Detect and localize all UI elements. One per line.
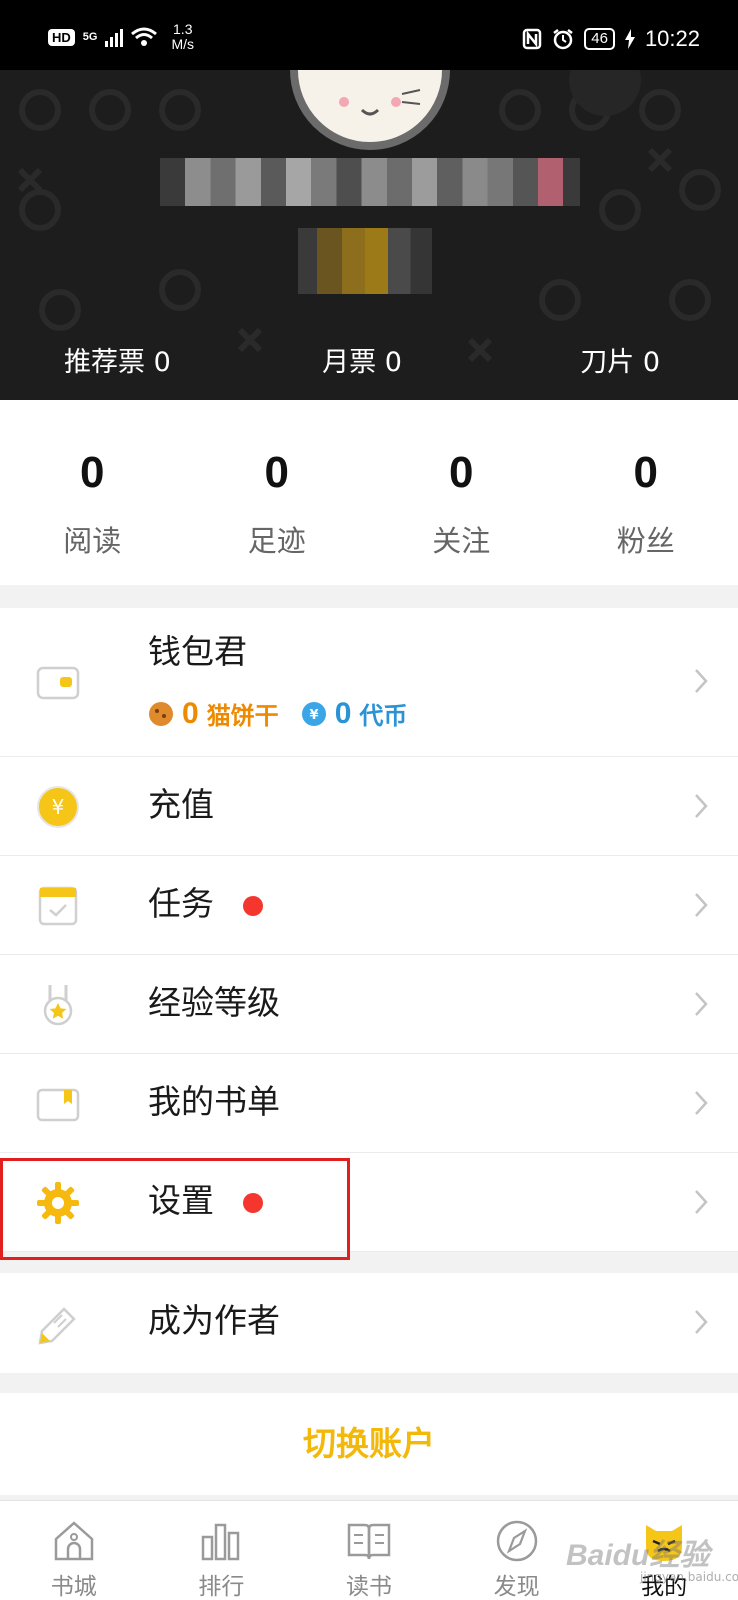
username-mosaic bbox=[160, 158, 580, 206]
nav-label: 读书 bbox=[345, 1574, 392, 1600]
network-speed: 1.3 M/s bbox=[171, 21, 195, 52]
wallet-balances: 0 猫饼干 ¥ 0 代币 bbox=[148, 696, 407, 731]
wallet-icon bbox=[36, 666, 80, 700]
wifi-icon bbox=[131, 27, 158, 46]
switch-account-button[interactable]: 切换账户 bbox=[0, 1393, 738, 1495]
alarm-icon bbox=[553, 29, 573, 50]
compass-icon bbox=[496, 1520, 537, 1562]
nfc-icon bbox=[523, 28, 542, 50]
count-footprint[interactable]: 0 足迹 bbox=[185, 400, 370, 585]
menu-label: 任务 bbox=[148, 884, 214, 923]
ranking-icon bbox=[202, 1523, 240, 1561]
nav-ranking[interactable]: 排行 bbox=[148, 1501, 296, 1600]
cookie-label: 猫饼干 bbox=[206, 702, 279, 730]
count-fans[interactable]: 0 粉丝 bbox=[554, 400, 738, 585]
count-following[interactable]: 0 关注 bbox=[369, 400, 554, 585]
monthly-tickets[interactable]: 月票 0 bbox=[263, 340, 462, 379]
menu-item-become-author[interactable]: 成为作者 bbox=[0, 1273, 738, 1373]
menu-item-level[interactable]: 经验等级 bbox=[0, 955, 738, 1054]
blade-tickets[interactable]: 刀片 0 bbox=[461, 340, 738, 379]
cookie-coin-icon bbox=[149, 701, 173, 726]
chevron-right-icon bbox=[695, 794, 708, 818]
menu-label: 经验等级 bbox=[148, 983, 280, 1022]
task-calendar-icon bbox=[38, 886, 78, 926]
svg-text:¥: ¥ bbox=[309, 708, 318, 723]
tasks-red-dot bbox=[243, 896, 263, 916]
recharge-yen-icon: ¥ bbox=[37, 786, 79, 828]
watermark-url: jingyan.baidu.com bbox=[640, 1570, 738, 1584]
level-badge-mosaic bbox=[298, 228, 432, 294]
nav-reading[interactable]: 读书 bbox=[295, 1501, 443, 1600]
settings-corner-icon[interactable] bbox=[565, 70, 645, 130]
chevron-right-icon bbox=[695, 1190, 708, 1214]
chevron-right-icon bbox=[695, 1310, 708, 1334]
charging-icon bbox=[624, 29, 635, 49]
watermark-brand: Baidu经验 bbox=[566, 1539, 710, 1572]
cookie-balance: 0 bbox=[182, 696, 199, 730]
chevron-right-icon bbox=[695, 893, 708, 917]
nav-label: 书城 bbox=[50, 1574, 97, 1600]
pen-icon bbox=[38, 1307, 76, 1345]
menu-item-tasks[interactable]: 任务 bbox=[0, 856, 738, 955]
recommend-tickets[interactable]: 推荐票 0 bbox=[0, 340, 263, 379]
svg-text:¥: ¥ bbox=[52, 795, 65, 819]
menu-label: 充值 bbox=[148, 785, 214, 824]
network-type: 5G bbox=[82, 30, 98, 43]
menu-group-author: 成为作者 bbox=[0, 1273, 738, 1373]
nav-bookstore[interactable]: 书城 bbox=[0, 1501, 148, 1600]
hd-indicator: HD bbox=[48, 28, 75, 46]
ticket-stats: 推荐票 0 月票 0 刀片 0 bbox=[0, 340, 738, 379]
clock: 10:22 bbox=[644, 26, 700, 51]
token-coin-icon: ¥ bbox=[301, 701, 326, 726]
token-label: 代币 bbox=[359, 702, 408, 730]
menu-item-wallet[interactable]: 钱包君 0 猫饼干 ¥ 0 代币 bbox=[0, 608, 738, 757]
settings-highlight-box bbox=[0, 1158, 350, 1260]
menu-label: 我的书单 bbox=[148, 1082, 280, 1121]
avatar[interactable] bbox=[290, 70, 450, 150]
battery-level: 46 bbox=[584, 28, 615, 50]
booklist-icon bbox=[36, 1088, 80, 1122]
profile-header: 推荐票 0 月票 0 刀片 0 bbox=[0, 70, 738, 400]
signal-icon bbox=[105, 27, 124, 47]
token-balance: 0 bbox=[334, 696, 352, 730]
bookstore-icon bbox=[54, 1521, 94, 1561]
nav-label: 排行 bbox=[198, 1574, 245, 1600]
chevron-right-icon bbox=[695, 669, 708, 693]
level-medal-icon bbox=[43, 985, 73, 1026]
wallet-title: 钱包君 bbox=[148, 632, 247, 671]
status-bar: HD 5G 1.3 M/s 46 10:22 bbox=[0, 0, 738, 70]
menu-group-main: 钱包君 0 猫饼干 ¥ 0 代币 ¥ 充值 任务 经验等级 我的书单 设置 bbox=[0, 608, 738, 1252]
menu-label: 成为作者 bbox=[148, 1301, 280, 1340]
chevron-right-icon bbox=[695, 1091, 708, 1115]
activity-counts: 0 阅读 0 足迹 0 关注 0 粉丝 bbox=[0, 400, 738, 585]
cat-face-icon bbox=[339, 89, 421, 116]
book-icon bbox=[347, 1523, 391, 1560]
count-reading[interactable]: 0 阅读 bbox=[0, 400, 185, 585]
menu-item-booklist[interactable]: 我的书单 bbox=[0, 1054, 738, 1153]
menu-item-recharge[interactable]: ¥ 充值 bbox=[0, 757, 738, 856]
chevron-right-icon bbox=[695, 992, 708, 1016]
